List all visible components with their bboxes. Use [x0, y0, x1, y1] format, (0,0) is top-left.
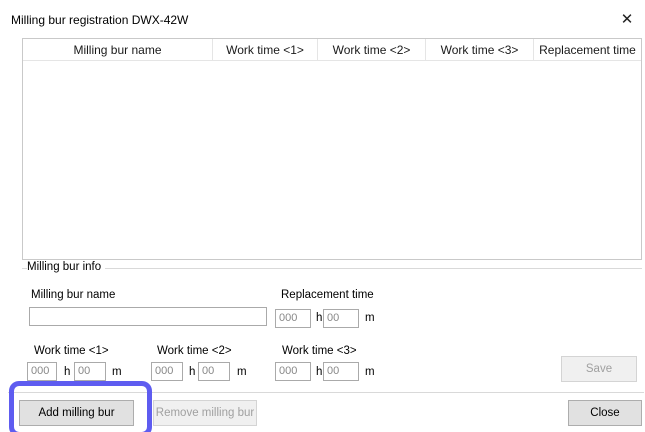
work-time-2-label: Work time <2> — [157, 345, 232, 357]
highlight-box — [9, 381, 152, 432]
group-label: Milling bur info — [27, 261, 106, 273]
work-time-1-minutes-input[interactable]: 00 — [74, 362, 106, 381]
replacement-hours-input[interactable]: 000 — [275, 309, 311, 328]
work-time-2-minutes-input[interactable]: 00 — [198, 362, 230, 381]
bur-name-input[interactable] — [29, 307, 267, 326]
work-time-3-hours-input[interactable]: 000 — [275, 362, 311, 381]
work-time-1-hours-unit: h — [64, 366, 71, 378]
milling-bur-list[interactable]: Milling bur name Work time <1> Work time… — [22, 38, 642, 260]
column-header-work-time-3[interactable]: Work time <3> — [426, 39, 534, 61]
work-time-2-hours-input[interactable]: 000 — [151, 362, 183, 381]
replacement-minutes-input[interactable]: 00 — [323, 309, 359, 328]
work-time-1-hours-input[interactable]: 000 — [27, 362, 57, 381]
close-button[interactable]: Close — [568, 400, 642, 426]
save-button[interactable]: Save — [561, 356, 637, 382]
list-header: Milling bur name Work time <1> Work time… — [23, 39, 641, 61]
list-body[interactable] — [23, 62, 641, 259]
column-header-work-time-1[interactable]: Work time <1> — [213, 39, 318, 61]
close-window-icon[interactable]: ✕ — [616, 10, 638, 30]
work-time-3-hours-unit: h — [316, 366, 323, 378]
milling-bur-registration-dialog: Milling bur registration DWX-42W ✕ Milli… — [0, 0, 645, 432]
remove-milling-bur-button[interactable]: Remove milling bur — [153, 400, 257, 426]
title-bar: Milling bur registration DWX-42W ✕ — [8, 10, 638, 30]
replacement-time-label: Replacement time — [281, 289, 374, 301]
work-time-3-minutes-unit: m — [365, 366, 375, 378]
work-time-2-hours-unit: h — [189, 366, 196, 378]
work-time-3-label: Work time <3> — [282, 345, 357, 357]
column-header-work-time-2[interactable]: Work time <2> — [318, 39, 426, 61]
window-title: Milling bur registration DWX-42W — [11, 13, 189, 27]
work-time-1-label: Work time <1> — [34, 345, 109, 357]
column-header-name[interactable]: Milling bur name — [23, 39, 213, 61]
replacement-minutes-unit: m — [365, 312, 375, 324]
column-header-replacement-time[interactable]: Replacement time — [534, 39, 641, 61]
work-time-2-minutes-unit: m — [237, 366, 247, 378]
bur-name-label: Milling bur name — [31, 289, 116, 301]
replacement-hours-unit: h — [316, 312, 323, 324]
work-time-1-minutes-unit: m — [112, 366, 122, 378]
work-time-3-minutes-input[interactable]: 00 — [323, 362, 359, 381]
